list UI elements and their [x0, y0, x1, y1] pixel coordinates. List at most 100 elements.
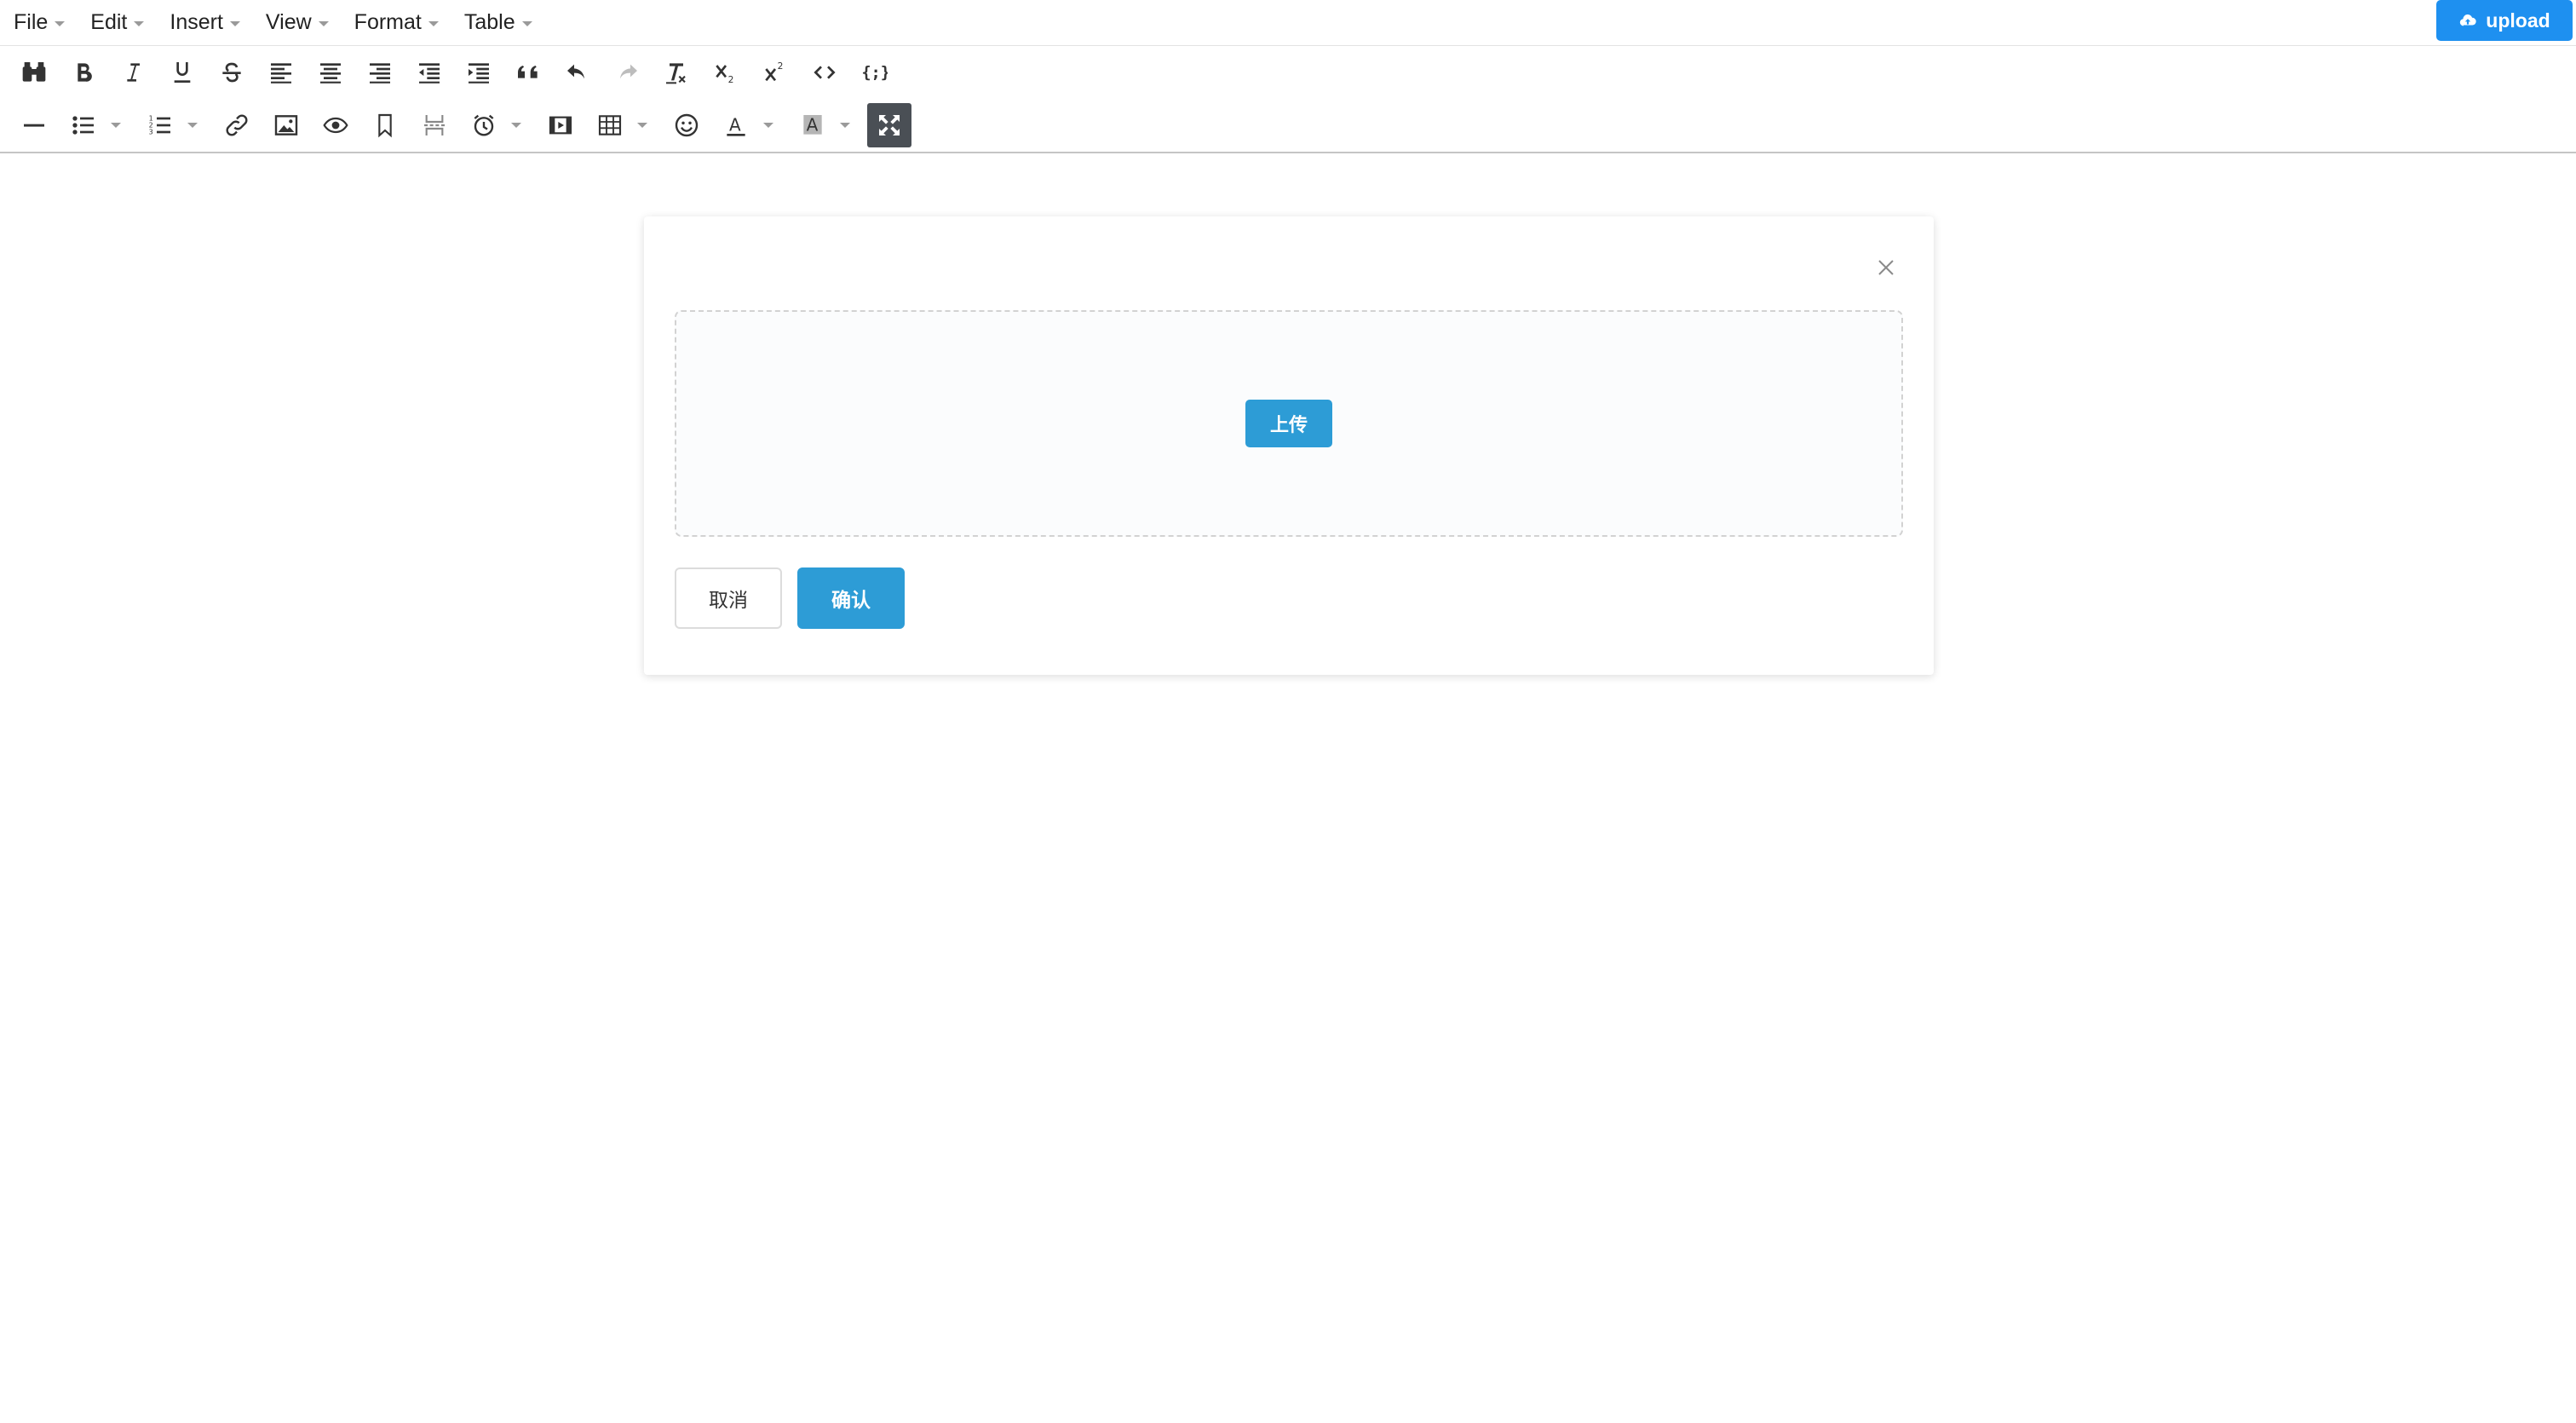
align-center-icon — [320, 63, 341, 84]
menu-file[interactable]: File — [0, 0, 77, 46]
preview-button[interactable] — [313, 103, 358, 147]
cloud-upload-icon — [2460, 14, 2476, 26]
fullscreen-button[interactable] — [867, 103, 911, 147]
indent-icon — [469, 63, 489, 84]
menu-view[interactable]: View — [252, 0, 341, 46]
menu-insert[interactable]: Insert — [156, 0, 252, 46]
chevron-down-icon[interactable] — [763, 123, 773, 128]
media-button[interactable] — [538, 103, 583, 147]
link-button[interactable] — [215, 103, 259, 147]
numbered-list-icon: 1 2 3 — [149, 115, 170, 136]
outdent-button[interactable] — [407, 50, 451, 95]
find-replace-button[interactable] — [12, 50, 56, 95]
undo-button[interactable] — [555, 50, 600, 95]
text-color-icon: A — [727, 115, 745, 136]
italic-icon — [127, 63, 140, 82]
superscript-button[interactable]: 2 — [753, 50, 797, 95]
horizontal-rule-button[interactable] — [12, 103, 56, 147]
align-right-button[interactable] — [358, 50, 402, 95]
menu-view-label: View — [265, 10, 312, 34]
horizontal-rule-icon — [24, 124, 44, 127]
blockquote-button[interactable] — [506, 50, 550, 95]
media-icon — [549, 116, 572, 135]
background-color-letter: A — [807, 115, 819, 135]
close-icon — [1878, 260, 1894, 275]
strikethrough-button[interactable] — [210, 50, 254, 95]
align-left-icon — [271, 63, 291, 84]
subscript-icon: 2 — [716, 65, 734, 85]
menu-edit[interactable]: Edit — [77, 0, 156, 46]
bullet-list-icon — [72, 116, 94, 135]
emoticon-icon — [675, 113, 699, 137]
bold-button[interactable] — [61, 50, 106, 95]
bullet-list-button[interactable] — [61, 103, 133, 147]
chevron-down-icon — [318, 20, 329, 26]
svg-text:2: 2 — [728, 74, 734, 85]
toolbar-row-2: 1 2 3 A A — [0, 101, 2576, 150]
fullscreen-icon — [879, 115, 900, 135]
blockquote-icon — [518, 66, 538, 78]
upload-dialog: 上传 取消 确认 — [644, 216, 1934, 675]
toolbar-row-1: 2 2 {;} — [0, 48, 2576, 97]
outdent-icon — [419, 63, 440, 84]
preview-icon — [323, 117, 348, 134]
menu-table[interactable]: Table — [451, 0, 544, 46]
underline-button[interactable] — [160, 50, 204, 95]
menu-format-label: Format — [354, 10, 422, 34]
upload-dropzone[interactable]: 上传 — [675, 310, 1903, 537]
svg-text:{;}: {;} — [861, 65, 888, 83]
undo-icon — [567, 64, 584, 79]
redo-icon — [620, 64, 637, 79]
italic-button[interactable] — [111, 50, 155, 95]
chevron-down-icon — [55, 20, 66, 26]
page-break-icon — [424, 115, 445, 135]
text-color-button[interactable]: A — [714, 103, 785, 147]
svg-text:3: 3 — [149, 129, 153, 136]
chevron-down-icon[interactable] — [637, 123, 647, 128]
confirm-button[interactable]: 确认 — [797, 567, 905, 629]
image-button[interactable] — [264, 103, 308, 147]
strikethrough-icon — [222, 62, 241, 83]
bookmark-button[interactable] — [363, 103, 407, 147]
svg-text:2: 2 — [778, 60, 784, 72]
template-button[interactable]: {;} — [852, 50, 896, 95]
menu-file-label: File — [14, 10, 49, 34]
datetime-button[interactable] — [462, 103, 533, 147]
link-icon — [226, 114, 248, 136]
chevron-down-icon[interactable] — [187, 123, 198, 128]
superscript-icon: 2 — [765, 60, 784, 82]
chevron-down-icon — [428, 20, 439, 26]
code-button[interactable] — [802, 50, 847, 95]
emoticon-button[interactable] — [664, 103, 709, 147]
menubar: File Edit Insert View Format Table uploa… — [0, 0, 2576, 46]
chevron-down-icon[interactable] — [511, 123, 521, 128]
dialog-actions: 取消 确认 — [675, 567, 905, 629]
close-button[interactable] — [1869, 251, 1903, 285]
chevron-down-icon[interactable] — [111, 123, 121, 128]
redo-button[interactable] — [605, 50, 649, 95]
clear-format-button[interactable] — [654, 50, 699, 95]
file-upload-button[interactable]: 上传 — [1245, 400, 1332, 447]
template-icon: {;} — [861, 65, 888, 83]
align-center-button[interactable] — [308, 50, 353, 95]
align-right-icon — [370, 63, 390, 84]
chevron-down-icon — [229, 20, 240, 26]
numbered-list-button[interactable]: 1 2 3 — [138, 103, 210, 147]
upload-button[interactable]: upload — [2436, 0, 2573, 41]
background-color-button[interactable]: A — [791, 103, 862, 147]
cancel-button[interactable]: 取消 — [675, 567, 782, 629]
clear-format-icon — [666, 63, 686, 84]
menu-format[interactable]: Format — [341, 0, 451, 46]
datetime-icon — [474, 114, 494, 136]
bookmark-icon — [378, 113, 392, 138]
text-color-letter: A — [729, 115, 741, 135]
page-break-button[interactable] — [412, 103, 457, 147]
underline-icon — [174, 62, 191, 83]
chevron-down-icon[interactable] — [840, 123, 850, 128]
indent-button[interactable] — [457, 50, 501, 95]
subscript-button[interactable]: 2 — [704, 50, 748, 95]
table-button[interactable] — [588, 103, 659, 147]
bold-icon — [78, 63, 92, 82]
menu-table-label: Table — [463, 10, 515, 34]
align-left-button[interactable] — [259, 50, 303, 95]
